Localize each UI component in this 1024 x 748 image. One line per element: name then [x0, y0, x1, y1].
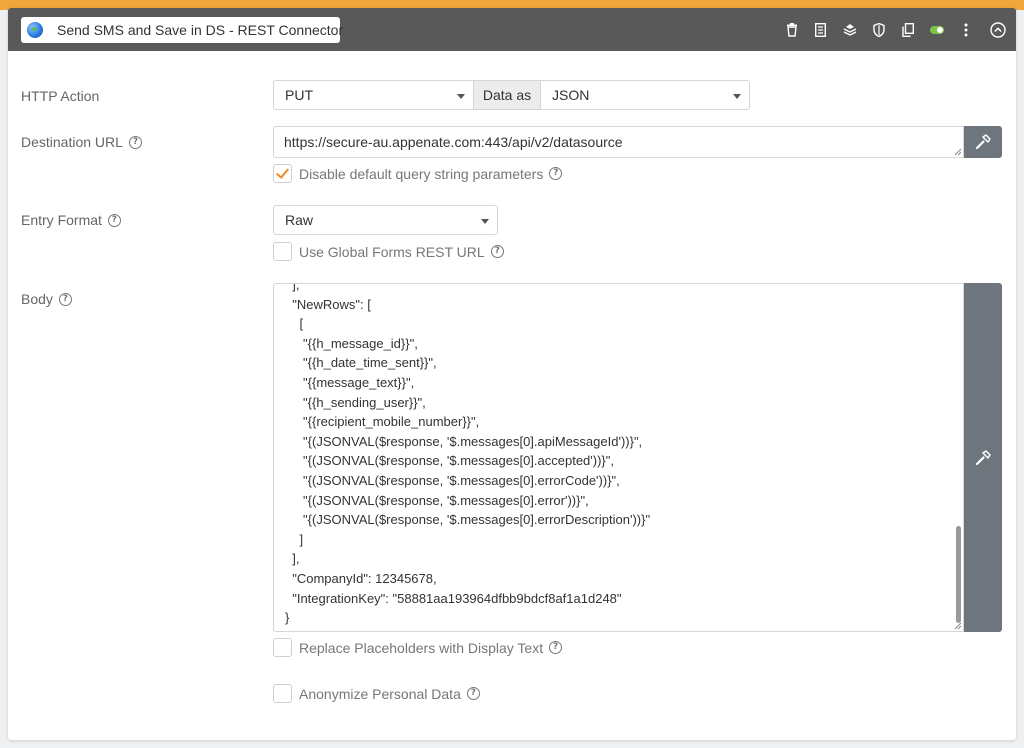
code-line: "{{recipient_mobile_number}}", — [285, 414, 480, 430]
code-line: [ — [285, 316, 304, 332]
trash-icon — [786, 22, 797, 37]
enable-toggle[interactable] — [922, 8, 951, 51]
disable-query-checkbox[interactable] — [273, 164, 292, 183]
wrench-icon — [975, 449, 991, 465]
resize-handle-icon[interactable] — [954, 148, 962, 156]
stack-icon — [843, 23, 856, 36]
code-line: "{(JSONVAL($response, '$.messages[0].err… — [285, 492, 589, 508]
code-line: "{{message_text}}", — [285, 374, 415, 390]
code-line: } — [285, 610, 290, 626]
code-line: "IntegrationKey": "58881aa193964dfbb9bdc… — [285, 590, 622, 606]
global-rest-row[interactable]: Use Global Forms REST URL ? — [273, 242, 504, 261]
replace-placeholders-checkbox[interactable] — [273, 638, 292, 657]
help-icon[interactable]: ? — [58, 292, 72, 306]
code-line: "{(JSONVAL($response, '$.messages[0].err… — [285, 472, 620, 488]
code-line: ] — [285, 531, 304, 547]
destination-url-value: https://secure-au.appenate.com:443/api/v… — [284, 134, 623, 150]
http-method-select[interactable]: PUT — [273, 80, 474, 110]
help-icon[interactable]: ? — [466, 687, 480, 700]
data-as-text: Data as — [482, 87, 532, 103]
destination-url-label-text: Destination URL — [21, 134, 123, 150]
shield-icon — [872, 22, 885, 37]
http-action-label: HTTP Action — [21, 88, 99, 104]
more-icon — [964, 23, 967, 36]
anonymize-row[interactable]: Anonymize Personal Data ? — [273, 684, 480, 703]
entry-format-label-text: Entry Format — [21, 212, 102, 228]
wrench-icon — [975, 134, 991, 150]
help-icon[interactable]: ? — [549, 167, 563, 180]
body-textarea[interactable]: ], "NewRows": [ [ "{{h_message_id}}", "{… — [273, 283, 964, 632]
destination-url-label: Destination URL ? — [21, 134, 142, 150]
globe-icon — [27, 22, 43, 38]
code-line: "{(JSONVAL($response, '$.messages[0].acc… — [285, 453, 614, 469]
http-action-label-text: HTTP Action — [21, 88, 100, 104]
collapse-icon — [990, 21, 1006, 38]
disable-query-row[interactable]: Disable default query string parameters … — [273, 164, 563, 183]
anonymize-label: Anonymize Personal Data — [299, 685, 461, 702]
copy-icon — [901, 22, 914, 37]
connector-title-field[interactable]: Send SMS and Save in DS - REST Connector — [21, 17, 344, 43]
destination-url-input[interactable]: https://secure-au.appenate.com:443/api/v… — [273, 126, 964, 158]
code-line: "{(JSONVAL($response, '$.messages[0].err… — [285, 512, 651, 528]
help-icon[interactable]: ? — [549, 641, 563, 654]
code-line: "{{h_sending_user}}", — [285, 394, 426, 410]
resize-handle-icon[interactable] — [954, 622, 962, 630]
global-rest-label: Use Global Forms REST URL — [299, 243, 485, 260]
help-icon[interactable]: ? — [107, 213, 121, 227]
trash-button[interactable] — [777, 8, 806, 51]
code-line: "{{h_date_time_sent}}", — [285, 355, 437, 371]
url-placeholder-button[interactable] — [964, 126, 1002, 158]
document-icon — [815, 22, 826, 37]
document-button[interactable] — [806, 8, 835, 51]
chevron-down-icon — [481, 219, 489, 224]
entry-format-value: Raw — [285, 212, 314, 228]
panel-header: Send SMS and Save in DS - REST Connector — [8, 8, 1016, 51]
stack-button[interactable] — [835, 8, 864, 51]
entry-format-label: Entry Format ? — [21, 212, 121, 228]
rest-connector-panel: Send SMS and Save in DS - REST Connector — [8, 8, 1016, 740]
collapse-button[interactable] — [980, 8, 1016, 51]
entry-format-select[interactable]: Raw — [273, 205, 498, 235]
code-line: "{(JSONVAL($response, '$.messages[0].api… — [285, 433, 643, 449]
replace-placeholders-row[interactable]: Replace Placeholders with Display Text ? — [273, 638, 563, 657]
global-rest-checkbox[interactable] — [273, 242, 292, 261]
chevron-down-icon — [733, 94, 741, 99]
code-line: "CompanyId": 12345678, — [285, 570, 437, 586]
code-line: "{{h_message_id}}", — [285, 335, 418, 351]
disable-query-label: Disable default query string parameters — [299, 165, 544, 182]
body-label-text: Body — [21, 291, 53, 307]
help-icon[interactable]: ? — [490, 245, 504, 258]
replace-placeholders-label: Replace Placeholders with Display Text — [299, 639, 544, 656]
code-line: "NewRows": [ — [285, 296, 371, 312]
more-button[interactable] — [951, 8, 980, 51]
scrollbar-thumb[interactable] — [956, 526, 961, 623]
chevron-down-icon — [457, 94, 465, 99]
header-toolbar — [777, 8, 1016, 51]
anonymize-checkbox[interactable] — [273, 684, 292, 703]
code-line: ], — [285, 283, 300, 292]
shield-button[interactable] — [864, 8, 893, 51]
body-placeholder-button[interactable] — [964, 283, 1002, 632]
body-label: Body ? — [21, 291, 72, 307]
copy-button[interactable] — [893, 8, 922, 51]
code-line: ], — [285, 551, 300, 567]
body-code: ], "NewRows": [ [ "{{h_message_id}}", "{… — [285, 283, 651, 628]
data-as-label: Data as — [474, 80, 540, 110]
data-format-value: JSON — [552, 87, 590, 103]
http-method-value: PUT — [285, 87, 313, 103]
connector-title: Send SMS and Save in DS - REST Connector — [57, 22, 344, 38]
data-format-select[interactable]: JSON — [540, 80, 750, 110]
help-icon[interactable]: ? — [128, 135, 142, 149]
toggle-icon — [929, 25, 944, 34]
